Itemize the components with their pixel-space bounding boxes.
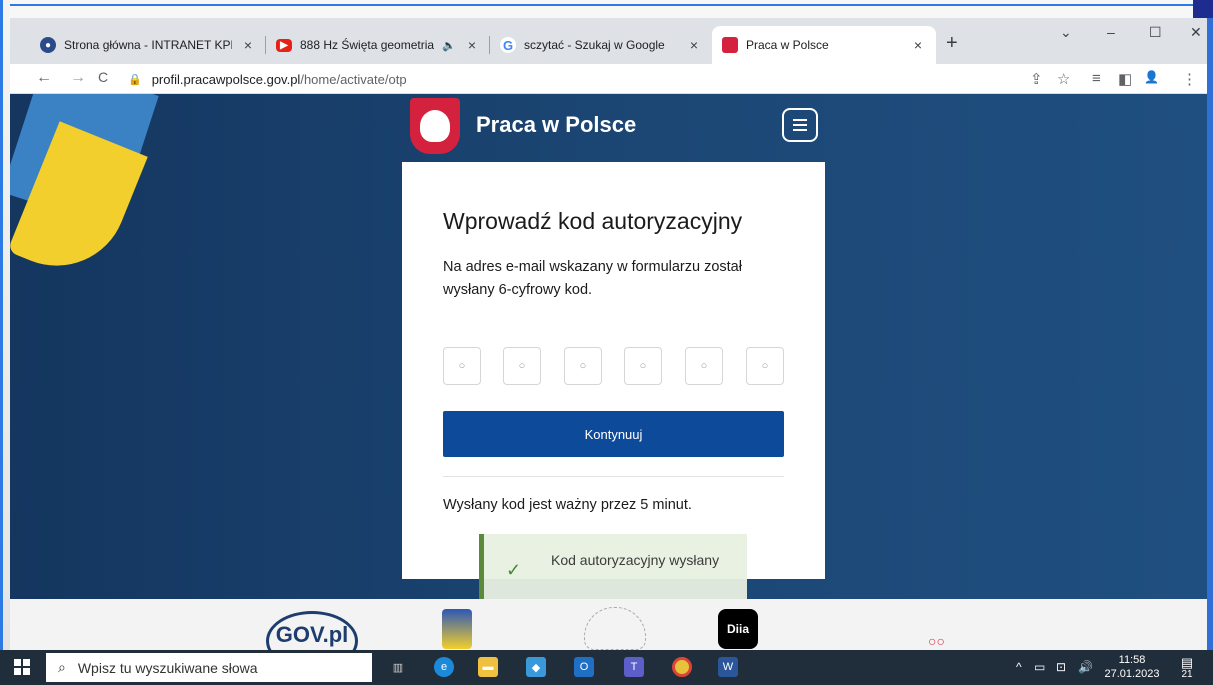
form-heading: Wprowadź kod autoryzacyjny <box>443 208 743 234</box>
otp-digit-input-6[interactable]: ○ <box>746 347 784 385</box>
notification-count: 21 <box>1181 669 1193 680</box>
tab-close-button[interactable]: × <box>686 37 702 53</box>
share-icon[interactable]: ⇪ <box>1030 70 1043 88</box>
polish-eagle-emblem-icon[interactable] <box>410 98 460 154</box>
volume-icon[interactable]: 🔊 <box>1078 660 1093 674</box>
otp-digit-input-2[interactable]: ○ <box>503 347 541 385</box>
forward-button[interactable]: → <box>70 69 86 87</box>
profile-icon[interactable]: 👤 <box>1144 70 1159 84</box>
file-explorer-icon[interactable]: ▬ <box>478 657 498 677</box>
toast-message: Kod autoryzacyjny wysłany <box>551 552 720 568</box>
lock-icon[interactable]: 🔒 <box>128 73 142 86</box>
otp-digit-input-5[interactable]: ○ <box>685 347 723 385</box>
rings-logo-icon[interactable]: ○○ <box>928 633 945 649</box>
tab-intranet[interactable]: ● Strona główna - INTRANET KPRM × <box>30 26 266 64</box>
maximize-button[interactable]: ☐ <box>1149 24 1162 41</box>
desktop-edge-top <box>10 0 1213 18</box>
tab-google[interactable]: G sczytać - Szukaj w Google × <box>490 26 712 64</box>
close-window-button[interactable]: ✕ <box>1190 24 1202 41</box>
task-view-icon[interactable]: ▥ <box>388 657 408 677</box>
desktop-edge-right <box>1207 18 1213 650</box>
app-icon[interactable]: ◆ <box>526 657 546 677</box>
tab-youtube[interactable]: ▶ 888 Hz Święta geometria Prz 🔈 × <box>266 26 490 64</box>
partner-logo-icon[interactable] <box>442 609 472 649</box>
diia-logo[interactable]: Diia <box>718 609 758 649</box>
browser-toolbar: ← → C 🔒 profil.pracawpolsce.gov.pl/home/… <box>10 64 1207 94</box>
google-icon: G <box>500 37 516 53</box>
browser-window: ● Strona główna - INTRANET KPRM × ▶ 888 … <box>10 18 1207 650</box>
site-header: Praca w Polsce <box>410 94 820 158</box>
partner-logos-strip: GOV.pl Diia ○○ <box>10 599 1207 650</box>
tray-overflow-icon[interactable]: ^ <box>1016 660 1022 674</box>
youtube-icon: ▶ <box>276 38 292 52</box>
page-viewport: Praca w Polsce Wprowadź kod autoryzacyjn… <box>10 94 1207 650</box>
intranet-icon: ● <box>40 37 56 53</box>
tab-strip: ● Strona główna - INTRANET KPRM × ▶ 888 … <box>10 18 1207 64</box>
reload-button[interactable]: C <box>98 69 108 85</box>
word-icon[interactable]: W <box>718 657 738 677</box>
taskbar-search-box[interactable]: ⌕ Wpisz tu wyszukiwane słowa <box>46 653 372 682</box>
outlook-icon[interactable]: O <box>574 657 594 677</box>
divider <box>443 476 784 477</box>
checkmark-icon: ✓ <box>506 560 522 580</box>
new-tab-button[interactable]: + <box>946 32 958 55</box>
back-button[interactable]: ← <box>36 69 52 87</box>
clock-date: 27.01.2023 <box>1104 668 1160 680</box>
side-panel-icon[interactable]: ◧ <box>1118 70 1132 88</box>
minimize-button[interactable]: – <box>1107 24 1115 40</box>
continue-button[interactable]: Kontynuuj <box>443 411 784 457</box>
network-icon[interactable]: ⊡ <box>1056 660 1066 674</box>
code-validity-note: Wysłany kod jest ważny przez 5 minut. <box>443 497 692 513</box>
gov-pl-logo[interactable]: GOV.pl <box>266 611 358 650</box>
address-bar[interactable]: 🔒 profil.pracawpolsce.gov.pl/home/activa… <box>128 68 1018 90</box>
praca-favicon-icon <box>722 37 738 53</box>
otp-digit-input-3[interactable]: ○ <box>564 347 602 385</box>
clock-time: 11:58 <box>1118 654 1146 666</box>
bookmark-star-icon[interactable]: ☆ <box>1057 70 1070 88</box>
windows-start-icon[interactable] <box>14 659 30 675</box>
form-description: Na adres e-mail wskazany w formularzu zo… <box>443 259 742 298</box>
url-host: profil.pracawpolsce.gov.pl <box>151 71 301 87</box>
eagle-seal-logo[interactable] <box>584 607 646 650</box>
tab-title: Strona główna - INTRANET KPRM <box>64 38 232 52</box>
battery-icon[interactable]: ▭ <box>1034 660 1045 674</box>
notification-center-icon[interactable]: ▤ 21 <box>1176 656 1198 680</box>
chrome-icon[interactable] <box>672 657 692 677</box>
screen: ● Strona główna - INTRANET KPRM × ▶ 888 … <box>0 0 1213 685</box>
chrome-menu-icon[interactable]: ⋮ <box>1182 70 1197 88</box>
url-path: /home/activate/otp <box>300 71 407 87</box>
desktop-edge-corner <box>1193 0 1213 18</box>
teams-icon[interactable]: T <box>624 657 644 677</box>
edge-browser-icon[interactable]: e <box>434 657 454 677</box>
otp-digit-input-1[interactable]: ○ <box>443 347 481 385</box>
search-icon: ⌕ <box>58 659 66 675</box>
hamburger-menu-icon[interactable] <box>782 108 818 142</box>
tab-search-button[interactable]: ⌄ <box>1060 24 1072 41</box>
search-placeholder: Wpisz tu wyszukiwane słowa <box>77 659 258 676</box>
tab-close-button[interactable]: × <box>240 37 256 53</box>
speaker-icon[interactable]: 🔈 <box>442 39 456 52</box>
tab-close-button[interactable]: × <box>910 37 926 53</box>
tab-title: sczytać - Szukaj w Google <box>524 38 665 52</box>
tab-close-button[interactable]: × <box>464 37 480 53</box>
otp-digit-input-4[interactable]: ○ <box>624 347 662 385</box>
windows-taskbar: ⌕ Wpisz tu wyszukiwane słowa ▥ e ▬ ◆ O T… <box>0 650 1213 685</box>
tab-title: Praca w Polsce <box>746 38 829 52</box>
taskbar-clock[interactable]: 11:58 27.01.2023 <box>1104 653 1160 681</box>
site-title[interactable]: Praca w Polsce <box>476 112 636 138</box>
tab-praca-w-polsce[interactable]: Praca w Polsce × <box>712 26 936 64</box>
reading-list-icon[interactable]: ≡ <box>1092 70 1101 87</box>
tab-title: 888 Hz Święta geometria Prz <box>300 38 438 52</box>
otp-card: Wprowadź kod autoryzacyjny Na adres e-ma… <box>402 162 825 579</box>
desktop-edge-left <box>0 0 10 650</box>
